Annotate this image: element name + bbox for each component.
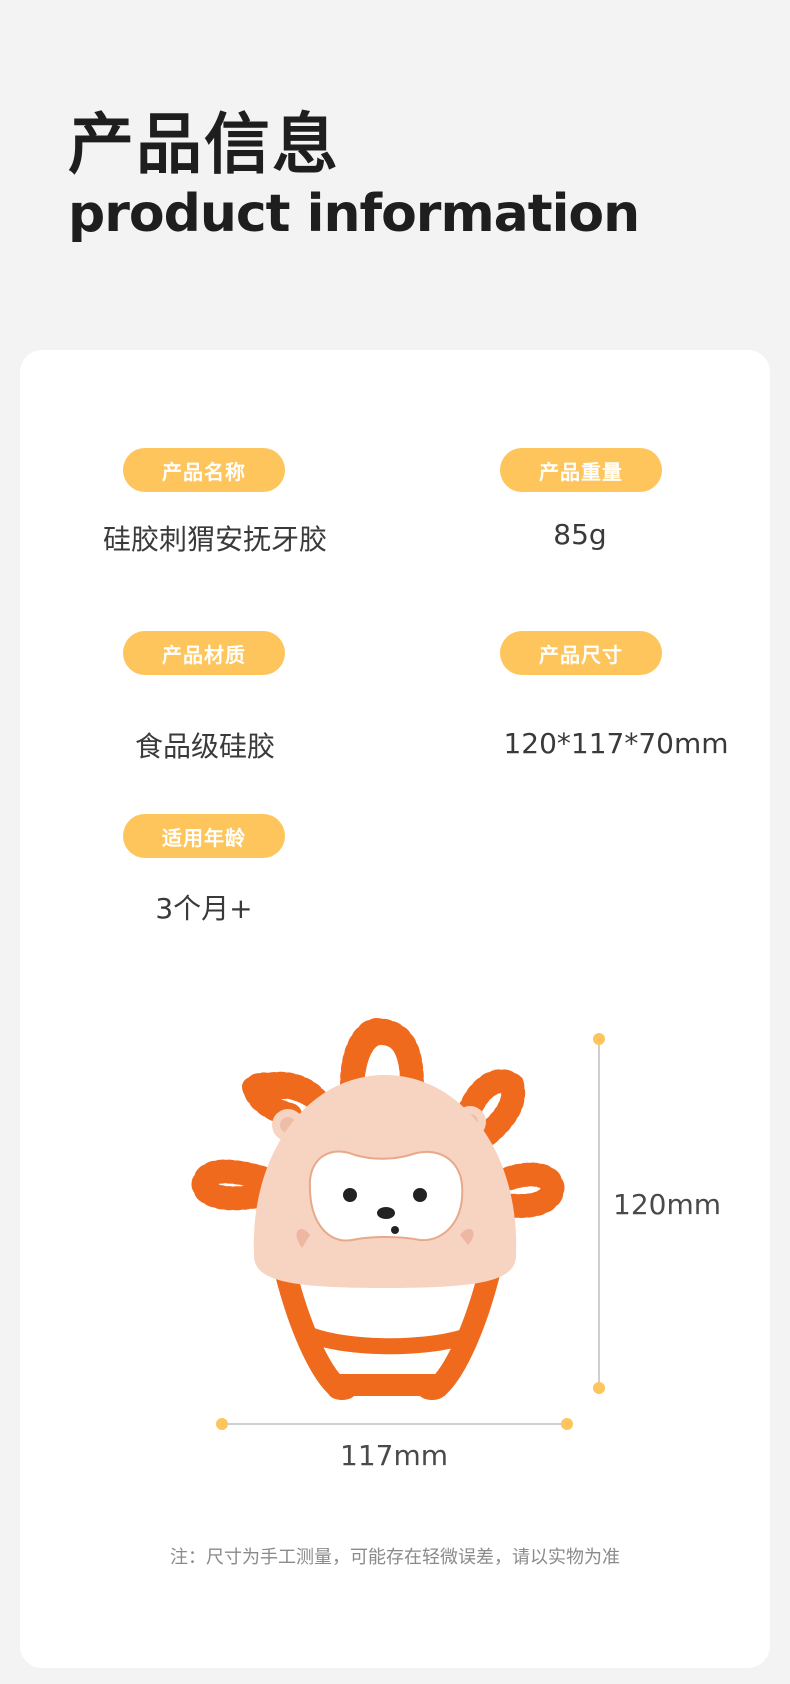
- measurement-note: 注：尺寸为手工测量，可能存在轻微误差，请以实物为准: [170, 1547, 620, 1568]
- height-dimension-label: 120mm: [613, 1188, 721, 1221]
- teether-base: [274, 1267, 501, 1400]
- width-dimension-label: 117mm: [340, 1439, 448, 1472]
- product-illustration: [191, 1017, 605, 1430]
- width-dimension-line: [216, 1418, 573, 1430]
- height-dimension-line: [593, 1033, 605, 1394]
